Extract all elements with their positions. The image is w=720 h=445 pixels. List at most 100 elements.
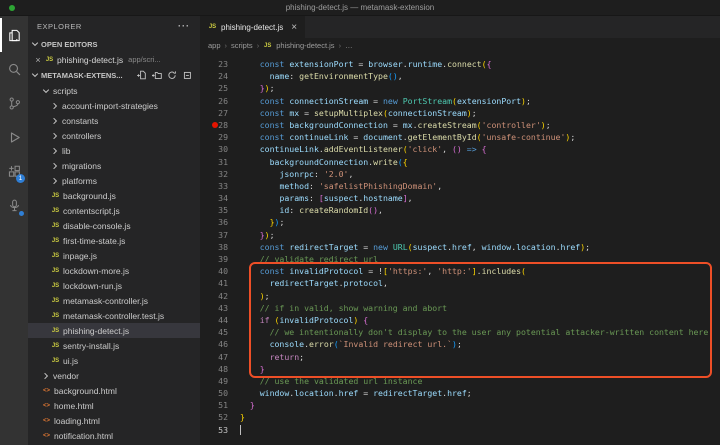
tree-item-first-time-state.js[interactable]: JSfirst-time-state.js — [28, 233, 200, 248]
line-number[interactable]: 43 — [200, 302, 240, 314]
close-icon[interactable]: × — [34, 55, 42, 65]
line-number[interactable]: 41 — [200, 277, 240, 289]
line-number[interactable]: 53 — [200, 424, 240, 436]
tree-item-background.html[interactable]: <>background.html — [28, 383, 200, 398]
code-line-46[interactable]: 46 console.error(`Invalid redirect url.`… — [200, 338, 720, 350]
code-line-43[interactable]: 43 // if in valid, show warning and abor… — [200, 302, 720, 314]
workspace-header[interactable]: METAMASK-EXTENS... — [28, 67, 200, 83]
chevron-right-icon[interactable] — [51, 147, 59, 155]
code-line-50[interactable]: 50 window.location.href = redirectTarget… — [200, 387, 720, 399]
tree-item-lockdown-more.js[interactable]: JSlockdown-more.js — [28, 263, 200, 278]
line-number[interactable]: 45 — [200, 326, 240, 338]
line-number[interactable]: 37 — [200, 229, 240, 241]
refresh-icon[interactable] — [167, 70, 177, 80]
chevron-right-icon[interactable] — [51, 177, 59, 185]
line-number[interactable]: 33 — [200, 180, 240, 192]
code-line-36[interactable]: 36 }); — [200, 216, 720, 228]
tree-item-controllers[interactable]: controllers — [28, 128, 200, 143]
open-editors-header[interactable]: OPEN EDITORS — [28, 36, 200, 52]
tree-item-disable-console.js[interactable]: JSdisable-console.js — [28, 218, 200, 233]
line-number[interactable]: 25 — [200, 82, 240, 94]
line-number[interactable]: 47 — [200, 351, 240, 363]
activity-source-control-icon[interactable] — [0, 86, 28, 120]
tree-item-account-import-strategies[interactable]: account-import-strategies — [28, 98, 200, 113]
tree-item-lockdown-run.js[interactable]: JSlockdown-run.js — [28, 278, 200, 293]
line-number[interactable]: 34 — [200, 192, 240, 204]
code-line-40[interactable]: 40 const invalidProtocol = !['https:', '… — [200, 265, 720, 277]
window-control-dot[interactable] — [9, 5, 15, 11]
code-line-48[interactable]: 48 } — [200, 363, 720, 375]
activity-search-icon[interactable] — [0, 52, 28, 86]
line-number[interactable]: 31 — [200, 156, 240, 168]
breadcrumb-ellipsis[interactable]: … — [345, 41, 353, 50]
chevron-right-icon[interactable] — [51, 117, 59, 125]
line-number[interactable]: 38 — [200, 241, 240, 253]
tree-item-ui.js[interactable]: JSui.js — [28, 353, 200, 368]
line-number[interactable]: 23 — [200, 58, 240, 70]
code-line-52[interactable]: 52} — [200, 411, 720, 423]
activity-run-debug-icon[interactable] — [0, 120, 28, 154]
chevron-down-icon[interactable] — [42, 87, 50, 95]
code-line-30[interactable]: 30 continueLink.addEventListener('click'… — [200, 143, 720, 155]
line-number[interactable]: 35 — [200, 204, 240, 216]
close-icon[interactable]: × — [291, 22, 297, 33]
activity-microphone-icon[interactable] — [0, 188, 28, 222]
line-number[interactable]: 40 — [200, 265, 240, 277]
tree-item-home.html[interactable]: <>home.html — [28, 398, 200, 413]
line-number[interactable]: 32 — [200, 168, 240, 180]
more-actions-icon[interactable]: ··· — [178, 21, 190, 31]
line-number-breakpoint[interactable]: 28 — [200, 119, 240, 131]
tree-item-metamask-controller.js[interactable]: JSmetamask-controller.js — [28, 293, 200, 308]
code-line-47[interactable]: 47 return; — [200, 351, 720, 363]
code-line-23[interactable]: 23 const extensionPort = browser.runtime… — [200, 58, 720, 70]
new-file-icon[interactable] — [137, 70, 147, 80]
chevron-right-icon[interactable] — [42, 372, 50, 380]
code-line-27[interactable]: 27 const mx = setupMultiplex(connectionS… — [200, 107, 720, 119]
code-line-41[interactable]: 41 redirectTarget.protocol, — [200, 277, 720, 289]
code-line-38[interactable]: 38 const redirectTarget = new URL(suspec… — [200, 241, 720, 253]
collapse-all-icon[interactable] — [182, 70, 192, 80]
breadcrumb-segment[interactable]: app — [208, 41, 221, 50]
code-line-45[interactable]: 45 // we intentionally don't display to … — [200, 326, 720, 338]
line-number[interactable]: 51 — [200, 399, 240, 411]
chevron-right-icon[interactable] — [51, 132, 59, 140]
chevron-right-icon[interactable] — [51, 102, 59, 110]
tree-item-metamask-controller.test.js[interactable]: JSmetamask-controller.test.js — [28, 308, 200, 323]
chevron-down-icon[interactable] — [31, 40, 39, 48]
line-number[interactable]: 39 — [200, 253, 240, 265]
line-number[interactable]: 52 — [200, 411, 240, 423]
activity-explorer-icon[interactable] — [0, 18, 28, 52]
code-line-39[interactable]: 39 // validate redirect url — [200, 253, 720, 265]
activity-extensions-icon[interactable]: 1 — [0, 154, 28, 188]
code-line-24[interactable]: 24 name: getEnvironmentType(), — [200, 70, 720, 82]
tree-item-background.js[interactable]: JSbackground.js — [28, 188, 200, 203]
code-line-37[interactable]: 37 }); — [200, 229, 720, 241]
line-number[interactable]: 48 — [200, 363, 240, 375]
chevron-right-icon[interactable] — [51, 162, 59, 170]
code-line-31[interactable]: 31 backgroundConnection.write({ — [200, 156, 720, 168]
code-line-49[interactable]: 49 // use the validated url instance — [200, 375, 720, 387]
tree-item-lib[interactable]: lib — [28, 143, 200, 158]
tree-item-sentry-install.js[interactable]: JSsentry-install.js — [28, 338, 200, 353]
tree-item-phishing-detect.js[interactable]: JSphishing-detect.js — [28, 323, 200, 338]
breadcrumb-segment[interactable]: phishing-detect.js — [276, 41, 334, 50]
breadcrumb-segment[interactable]: scripts — [231, 41, 253, 50]
code-line-33[interactable]: 33 method: 'safelistPhishingDomain', — [200, 180, 720, 192]
line-number[interactable]: 26 — [200, 95, 240, 107]
code-line-32[interactable]: 32 jsonrpc: '2.0', — [200, 168, 720, 180]
tree-item-platforms[interactable]: platforms — [28, 173, 200, 188]
code-line-34[interactable]: 34 params: [suspect.hostname], — [200, 192, 720, 204]
line-number[interactable]: 27 — [200, 107, 240, 119]
line-number[interactable]: 36 — [200, 216, 240, 228]
line-number[interactable]: 24 — [200, 70, 240, 82]
code-line-29[interactable]: 29 const continueLink = document.getElem… — [200, 131, 720, 143]
tree-item-loading.html[interactable]: <>loading.html — [28, 413, 200, 428]
tree-item-scripts[interactable]: scripts — [28, 83, 200, 98]
line-number[interactable]: 46 — [200, 338, 240, 350]
line-number[interactable]: 50 — [200, 387, 240, 399]
tree-item-vendor[interactable]: vendor — [28, 368, 200, 383]
code-line-35[interactable]: 35 id: createRandomId(), — [200, 204, 720, 216]
tree-item-contentscript.js[interactable]: JScontentscript.js — [28, 203, 200, 218]
code-line-51[interactable]: 51 } — [200, 399, 720, 411]
line-number[interactable]: 42 — [200, 290, 240, 302]
